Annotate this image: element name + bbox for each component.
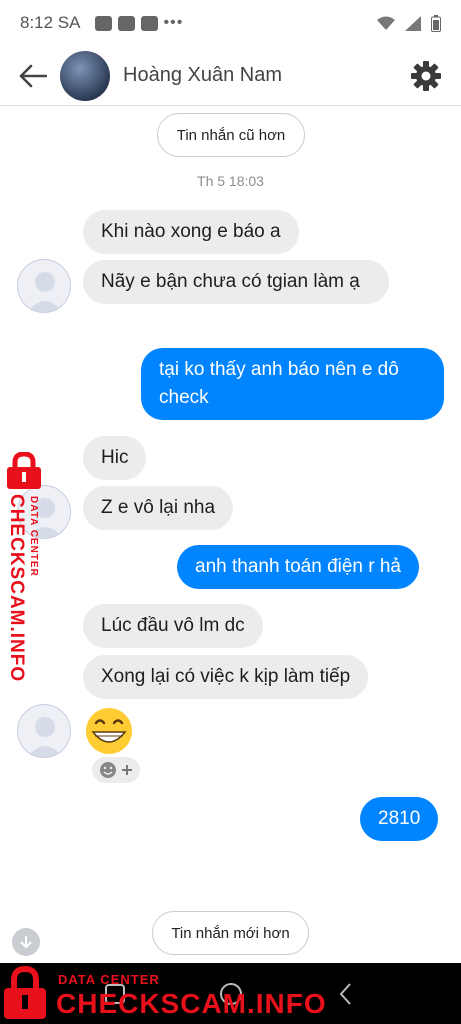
- lock-icon: [7, 452, 41, 489]
- message-bubble[interactable]: Hic: [83, 436, 147, 480]
- more-notifications-icon: •••: [163, 14, 184, 31]
- lock-icon: [4, 966, 46, 1019]
- message-bubble[interactable]: Lúc đầu vô lm dc: [83, 604, 263, 648]
- news-icon: [94, 15, 112, 31]
- video-icon: [140, 15, 158, 31]
- person-icon: [27, 717, 63, 757]
- sender-avatar[interactable]: [17, 704, 71, 758]
- watermark-bottom-big: CHECKSCAM.INFO: [56, 988, 327, 1019]
- add-reaction-button[interactable]: [92, 757, 140, 783]
- grinning-face-icon[interactable]: [84, 706, 134, 756]
- sender-avatar[interactable]: [17, 259, 71, 313]
- battery-icon: [431, 14, 441, 32]
- arrow-down-icon: [20, 936, 32, 949]
- message-bubble[interactable]: Z e vô lại nha: [83, 486, 234, 530]
- message-bubble[interactable]: Nãy e bận chưa có tgian làm ạ: [83, 260, 389, 304]
- watermark-vertical-big: CHECKSCAM.INFO: [6, 494, 27, 683]
- contact-name[interactable]: Hoàng Xuân Nam: [123, 64, 282, 87]
- notification-icons: •••: [94, 14, 184, 32]
- back-button[interactable]: [15, 58, 51, 94]
- chat-header: Hoàng Xuân Nam: [0, 46, 461, 106]
- arrow-left-icon: [19, 64, 47, 87]
- nav-back-button[interactable]: [333, 981, 359, 1007]
- wifi-icon: [377, 16, 395, 30]
- message-bubble[interactable]: tại ko thấy anh báo nên e dô check: [141, 348, 444, 420]
- message-bubble[interactable]: Xong lại có việc k kịp làm tiếp: [83, 655, 369, 699]
- older-messages-button[interactable]: Tin nhắn cũ hơn: [157, 113, 305, 157]
- youtube-icon: [117, 15, 135, 31]
- status-time: 8:12 SA: [20, 13, 81, 32]
- watermark-bottom-small: DATA CENTER: [58, 972, 160, 987]
- system-icons: [377, 14, 441, 32]
- newer-messages-button[interactable]: Tin nhắn mới hơn: [152, 911, 309, 955]
- settings-button[interactable]: [409, 59, 443, 93]
- message-bubble[interactable]: anh thanh toán điện r hả: [177, 545, 420, 589]
- signal-icon: [405, 15, 421, 31]
- gear-icon: [411, 60, 441, 91]
- smiley-icon: [100, 762, 116, 778]
- message-bubble[interactable]: Khi nào xong e báo a: [83, 210, 299, 254]
- message-bubble[interactable]: 2810: [360, 797, 439, 841]
- status-bar: 8:12 SA •••: [0, 0, 461, 46]
- watermark-vertical-small: DATA CENTER: [28, 496, 39, 577]
- person-icon: [27, 272, 63, 312]
- scroll-down-button[interactable]: [12, 928, 40, 956]
- plus-icon: [122, 765, 132, 775]
- contact-avatar[interactable]: [60, 50, 110, 101]
- message-timestamp: Th 5 18:03: [197, 173, 264, 189]
